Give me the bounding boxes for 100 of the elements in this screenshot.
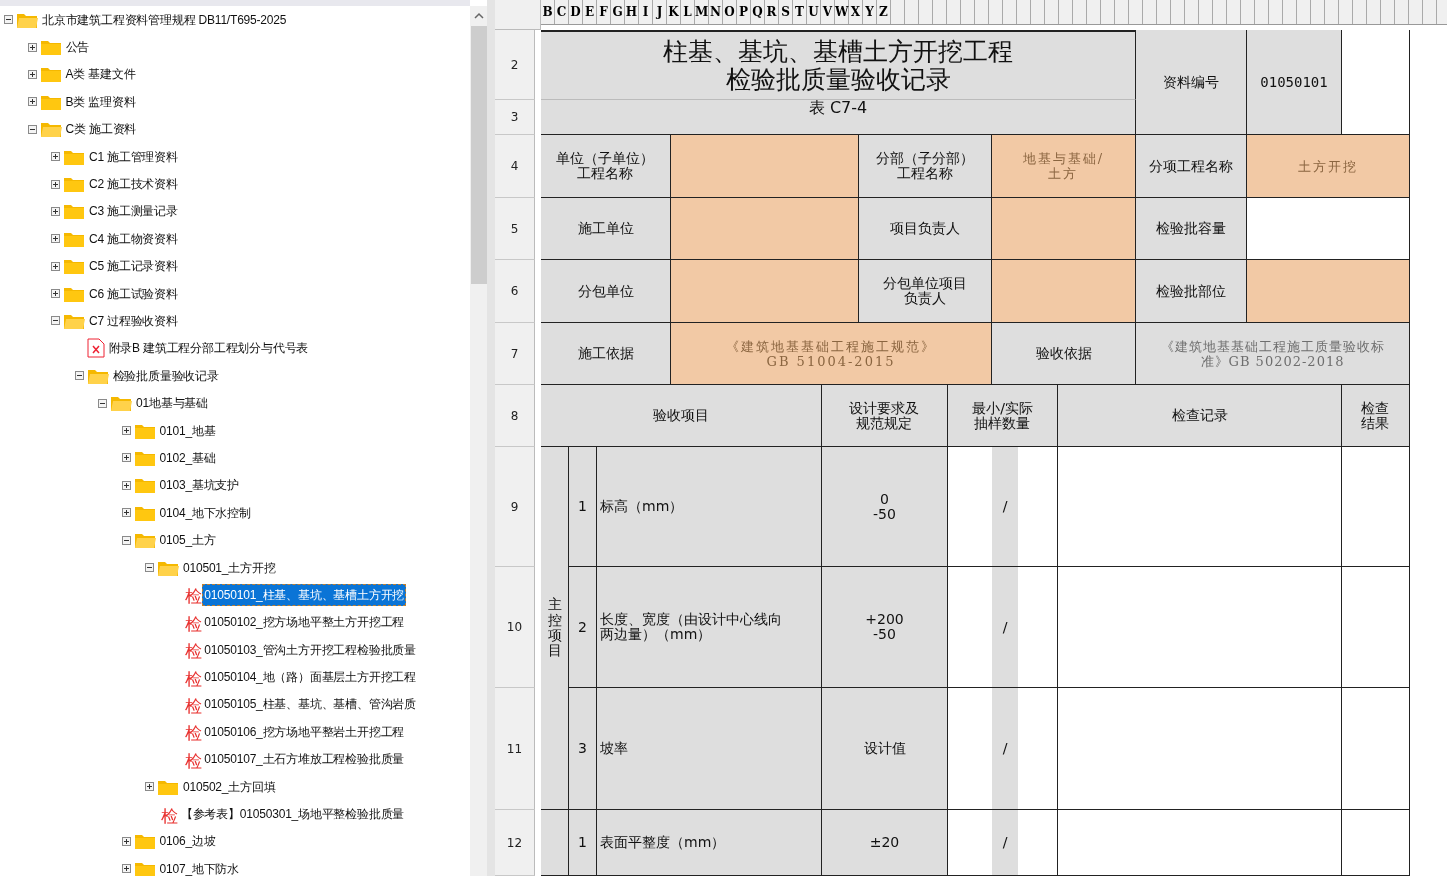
column-heading: 验收项目	[541, 385, 822, 447]
tree-item[interactable]: C7 过程验收资料	[87, 310, 180, 332]
expand-icon[interactable]	[27, 42, 37, 52]
tree-item[interactable]: 01050106_挖方场地平整岩土开挖工程	[202, 720, 407, 743]
tree-item[interactable]: 01050105_柱基、基坑、基槽、管沟岩质	[202, 693, 418, 716]
tree-item[interactable]: 01地基与基础	[134, 392, 210, 415]
column-header[interactable]: R	[765, 0, 779, 24]
collapse-icon[interactable]	[51, 316, 60, 326]
column-header[interactable]: F	[597, 0, 611, 24]
check-mark: 检	[184, 725, 202, 743]
tree-item[interactable]: 0105_土方	[157, 529, 218, 552]
expand-icon[interactable]	[51, 179, 60, 189]
column-header[interactable]: Q	[751, 0, 765, 24]
expand-icon[interactable]	[121, 508, 131, 518]
tree-item[interactable]: 0107_地下防水	[157, 857, 242, 876]
expand-icon[interactable]	[121, 480, 131, 490]
column-header[interactable]: J	[653, 0, 667, 24]
column-header[interactable]: E	[583, 0, 597, 24]
collapse-icon[interactable]	[145, 563, 154, 572]
scrollbar-thumb[interactable]	[470, 26, 487, 284]
expand-icon[interactable]	[27, 97, 37, 107]
tree-item[interactable]: 北京市建筑工程资料管理规程 DB11/T695-2025	[40, 8, 289, 31]
expand-icon[interactable]	[51, 206, 60, 216]
column-header[interactable]: P	[737, 0, 751, 24]
expand-icon[interactable]	[27, 69, 37, 79]
row-header[interactable]: 12	[495, 810, 535, 876]
column-header[interactable]: U	[807, 0, 821, 24]
tree-item[interactable]: 01050101_柱基、基坑、基槽土方开挖	[202, 583, 407, 606]
column-header[interactable]: G	[611, 0, 625, 24]
tree-item[interactable]: A类 基建文件	[63, 63, 138, 86]
tree-item[interactable]: 01050107_土石方堆放工程检验批质量	[202, 748, 407, 771]
expand-icon[interactable]	[121, 864, 131, 874]
row-header[interactable]: 2	[495, 30, 535, 100]
row-header[interactable]: 10	[495, 567, 535, 688]
tree-item[interactable]: 0101_地基	[157, 419, 218, 442]
expand-icon[interactable]	[121, 836, 131, 846]
tree-item[interactable]: C1 施工管理资料	[87, 145, 180, 168]
column-header[interactable]: C	[555, 0, 569, 24]
tree-item[interactable]: 01050102_挖方场地平整土方开挖工程	[202, 611, 407, 634]
tree-item[interactable]: 附录B 建筑工程分部工程划分与代号表	[106, 337, 311, 360]
column-header[interactable]: T	[793, 0, 807, 24]
expand-icon[interactable]	[121, 453, 131, 463]
table-cell: 土方开挖	[1247, 135, 1410, 198]
column-header[interactable]: X	[849, 0, 863, 24]
column-header[interactable]: S	[779, 0, 793, 24]
tree-item[interactable]: 010501_土方开挖	[181, 556, 278, 579]
scroll-up-icon[interactable]	[473, 12, 484, 20]
column-header[interactable]: H	[625, 0, 639, 24]
tree-item[interactable]: 0103_基坑支护	[157, 474, 242, 497]
column-header[interactable]: I	[639, 0, 653, 24]
column-header[interactable]: K	[667, 0, 681, 24]
tree-item[interactable]: C5 施工记录资料	[87, 255, 180, 278]
column-header[interactable]: Z	[877, 0, 891, 24]
column-header[interactable]: B	[541, 0, 555, 24]
collapse-icon[interactable]	[121, 535, 131, 545]
item-name: 表面平整度（mm）	[597, 810, 822, 876]
tree-item[interactable]: 01050104_地（路）面基层土方开挖工程	[202, 666, 418, 689]
tree-item[interactable]: 0104_地下水控制	[157, 501, 253, 524]
row-header[interactable]: 7	[495, 323, 535, 385]
tree-item[interactable]: 010502_土方回填	[181, 775, 278, 798]
tree-item[interactable]: B类 监理资料	[63, 90, 138, 113]
column-header[interactable]: Y	[863, 0, 877, 24]
scrollbar[interactable]	[470, 6, 487, 876]
expand-icon[interactable]	[51, 289, 60, 299]
row-header[interactable]: 11	[495, 688, 535, 810]
tree-item[interactable]: 【参考表】01050301_场地平整检验批质量	[178, 803, 407, 825]
tree-item[interactable]: C类 施工资料	[63, 118, 139, 141]
expand-icon[interactable]	[51, 234, 60, 244]
tree-item[interactable]: C2 施工技术资料	[87, 173, 180, 196]
tree-item[interactable]: 公告	[63, 36, 92, 59]
row-header[interactable]: 3	[495, 100, 535, 135]
column-header[interactable]: D	[569, 0, 583, 24]
tree-item[interactable]: 0106_边坡	[157, 830, 218, 853]
expand-icon[interactable]	[51, 261, 60, 271]
row-header[interactable]: 4	[495, 135, 535, 198]
expand-icon[interactable]	[121, 426, 131, 436]
table-cell	[1018, 810, 1058, 876]
expand-icon[interactable]	[145, 782, 154, 792]
collapse-icon[interactable]	[74, 371, 84, 381]
tree-item[interactable]: 0102_基础	[157, 446, 218, 469]
tree-item[interactable]: 01050103_管沟土方开挖工程检验批质量	[202, 638, 418, 661]
tree-item[interactable]: 检验批质量验收记录	[110, 364, 221, 387]
column-header[interactable]: O	[723, 0, 737, 24]
column-header[interactable]: M	[695, 0, 709, 24]
collapse-icon[interactable]	[27, 124, 37, 134]
row-header[interactable]: 5	[495, 198, 535, 260]
tree-item[interactable]: C4 施工物资资料	[87, 227, 180, 250]
collapse-icon[interactable]	[98, 398, 107, 408]
check-mark: 检	[184, 697, 202, 715]
column-header[interactable]: L	[681, 0, 695, 24]
column-header[interactable]: N	[709, 0, 723, 24]
column-header[interactable]: W	[835, 0, 849, 24]
collapse-icon[interactable]	[4, 15, 13, 25]
row-header[interactable]: 6	[495, 260, 535, 323]
row-header[interactable]: 9	[495, 447, 535, 567]
expand-icon[interactable]	[51, 152, 60, 162]
row-header[interactable]: 8	[495, 385, 535, 447]
tree-item[interactable]: C3 施工测量记录	[87, 200, 180, 223]
column-header[interactable]: V	[821, 0, 835, 24]
tree-item[interactable]: C6 施工试验资料	[87, 282, 180, 305]
